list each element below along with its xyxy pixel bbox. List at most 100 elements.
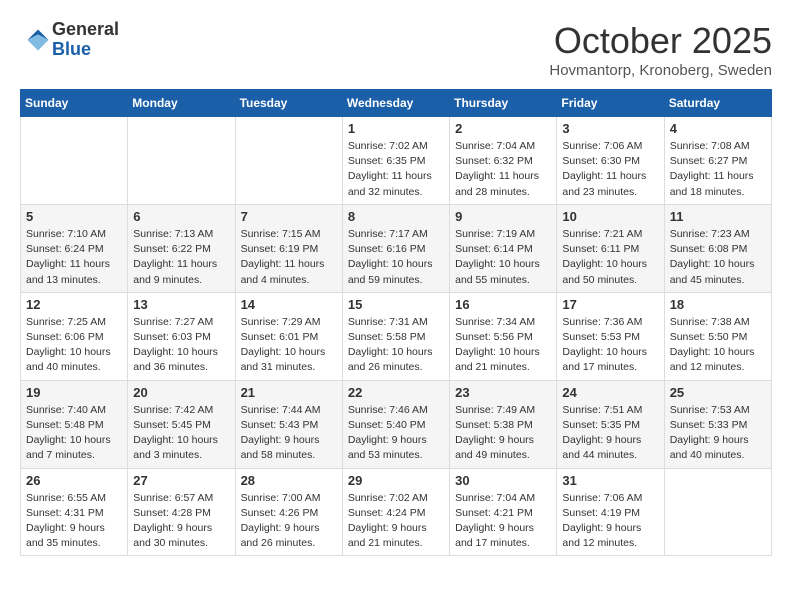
logo-icon <box>24 26 52 54</box>
day-info: Sunrise: 7:06 AMSunset: 6:30 PMDaylight:… <box>562 139 658 200</box>
month-title: October 2025 <box>549 20 772 62</box>
calendar-cell: 17 Sunrise: 7:36 AMSunset: 5:53 PMDayligh… <box>557 292 664 380</box>
day-info: Sunrise: 7:00 AMSunset: 4:26 PMDaylight:… <box>241 491 337 552</box>
calendar-cell: 4 Sunrise: 7:08 AMSunset: 6:27 PMDaylight… <box>664 117 771 205</box>
calendar-cell: 9 Sunrise: 7:19 AMSunset: 6:14 PMDaylight… <box>450 204 557 292</box>
day-number: 28 <box>241 473 337 488</box>
day-number: 6 <box>133 209 229 224</box>
day-number: 3 <box>562 121 658 136</box>
calendar-cell: 8 Sunrise: 7:17 AMSunset: 6:16 PMDaylight… <box>342 204 449 292</box>
calendar-cell: 29Sunrise: 7:02 AMSunset: 4:24 PMDayligh… <box>342 468 449 556</box>
day-info: Sunrise: 7:29 AMSunset: 6:01 PMDaylight:… <box>241 315 337 376</box>
day-info: Sunrise: 7:08 AMSunset: 6:27 PMDaylight:… <box>670 139 766 200</box>
day-number: 17 <box>562 297 658 312</box>
calendar-cell: 14 Sunrise: 7:29 AMSunset: 6:01 PMDayligh… <box>235 292 342 380</box>
calendar-cell: 3 Sunrise: 7:06 AMSunset: 6:30 PMDaylight… <box>557 117 664 205</box>
calendar-cell: 15Sunrise: 7:31 AMSunset: 5:58 PMDayligh… <box>342 292 449 380</box>
day-info: Sunrise: 7:51 AMSunset: 5:35 PMDaylight:… <box>562 403 658 464</box>
day-info: Sunrise: 7:40 AMSunset: 5:48 PMDaylight:… <box>26 403 122 464</box>
calendar-cell <box>235 117 342 205</box>
calendar-cell: 20 Sunrise: 7:42 AMSunset: 5:45 PMDayligh… <box>128 380 235 468</box>
calendar-cell: 5Sunrise: 7:10 AMSunset: 6:24 PMDaylight… <box>21 204 128 292</box>
day-number: 11 <box>670 209 766 224</box>
day-number: 15 <box>348 297 444 312</box>
calendar-cell <box>21 117 128 205</box>
calendar-cell: 21Sunrise: 7:44 AMSunset: 5:43 PMDayligh… <box>235 380 342 468</box>
day-number: 14 <box>241 297 337 312</box>
day-info: Sunrise: 7:10 AMSunset: 6:24 PMDaylight:… <box>26 227 122 288</box>
calendar-cell: 6 Sunrise: 7:13 AMSunset: 6:22 PMDaylight… <box>128 204 235 292</box>
day-number: 1 <box>348 121 444 136</box>
day-number: 16 <box>455 297 551 312</box>
calendar-cell: 10Sunrise: 7:21 AMSunset: 6:11 PMDayligh… <box>557 204 664 292</box>
calendar-cell: 7 Sunrise: 7:15 AMSunset: 6:19 PMDaylight… <box>235 204 342 292</box>
calendar-cell: 26 Sunrise: 6:55 AMSunset: 4:31 PMDayligh… <box>21 468 128 556</box>
day-number: 7 <box>241 209 337 224</box>
day-number: 23 <box>455 385 551 400</box>
title-block: October 2025 Hovmantorp, Kronoberg, Swed… <box>549 20 772 79</box>
day-info: Sunrise: 7:23 AMSunset: 6:08 PMDaylight:… <box>670 227 766 288</box>
weekday-header-saturday: Saturday <box>664 90 771 117</box>
weekday-header-thursday: Thursday <box>450 90 557 117</box>
day-info: Sunrise: 7:36 AMSunset: 5:53 PMDaylight:… <box>562 315 658 376</box>
day-number: 20 <box>133 385 229 400</box>
day-info: Sunrise: 7:49 AMSunset: 5:38 PMDaylight:… <box>455 403 551 464</box>
weekday-header-sunday: Sunday <box>21 90 128 117</box>
calendar-cell: 18 Sunrise: 7:38 AMSunset: 5:50 PMDayligh… <box>664 292 771 380</box>
calendar-cell: 25Sunrise: 7:53 AMSunset: 5:33 PMDayligh… <box>664 380 771 468</box>
location: Hovmantorp, Kronoberg, Sweden <box>549 62 772 79</box>
day-number: 4 <box>670 121 766 136</box>
week-row-3: 12 Sunrise: 7:25 AMSunset: 6:06 PMDayligh… <box>21 292 772 380</box>
day-info: Sunrise: 7:17 AMSunset: 6:16 PMDaylight:… <box>348 227 444 288</box>
day-info: Sunrise: 7:13 AMSunset: 6:22 PMDaylight:… <box>133 227 229 288</box>
day-info: Sunrise: 7:15 AMSunset: 6:19 PMDaylight:… <box>241 227 337 288</box>
day-info: Sunrise: 7:42 AMSunset: 5:45 PMDaylight:… <box>133 403 229 464</box>
calendar-cell: 16 Sunrise: 7:34 AMSunset: 5:56 PMDayligh… <box>450 292 557 380</box>
calendar-cell: 2 Sunrise: 7:04 AMSunset: 6:32 PMDaylight… <box>450 117 557 205</box>
day-info: Sunrise: 7:04 AMSunset: 6:32 PMDaylight:… <box>455 139 551 200</box>
day-info: Sunrise: 7:19 AMSunset: 6:14 PMDaylight:… <box>455 227 551 288</box>
day-number: 13 <box>133 297 229 312</box>
calendar-cell: 12 Sunrise: 7:25 AMSunset: 6:06 PMDayligh… <box>21 292 128 380</box>
calendar-cell: 11 Sunrise: 7:23 AMSunset: 6:08 PMDayligh… <box>664 204 771 292</box>
weekday-header-friday: Friday <box>557 90 664 117</box>
weekday-header-monday: Monday <box>128 90 235 117</box>
day-info: Sunrise: 7:38 AMSunset: 5:50 PMDaylight:… <box>670 315 766 376</box>
day-info: Sunrise: 7:44 AMSunset: 5:43 PMDaylight:… <box>241 403 337 464</box>
day-number: 18 <box>670 297 766 312</box>
day-info: Sunrise: 7:02 AMSunset: 4:24 PMDaylight:… <box>348 491 444 552</box>
day-number: 12 <box>26 297 122 312</box>
day-info: Sunrise: 7:34 AMSunset: 5:56 PMDaylight:… <box>455 315 551 376</box>
day-number: 9 <box>455 209 551 224</box>
day-number: 22 <box>348 385 444 400</box>
day-number: 30 <box>455 473 551 488</box>
week-row-5: 26 Sunrise: 6:55 AMSunset: 4:31 PMDayligh… <box>21 468 772 556</box>
day-number: 25 <box>670 385 766 400</box>
day-info: Sunrise: 7:04 AMSunset: 4:21 PMDaylight:… <box>455 491 551 552</box>
calendar-cell: 24 Sunrise: 7:51 AMSunset: 5:35 PMDayligh… <box>557 380 664 468</box>
day-number: 2 <box>455 121 551 136</box>
calendar-cell <box>128 117 235 205</box>
day-info: Sunrise: 7:25 AMSunset: 6:06 PMDaylight:… <box>26 315 122 376</box>
logo-general: General <box>52 20 119 40</box>
calendar-cell: 22Sunrise: 7:46 AMSunset: 5:40 PMDayligh… <box>342 380 449 468</box>
day-info: Sunrise: 7:02 AMSunset: 6:35 PMDaylight:… <box>348 139 444 200</box>
day-number: 26 <box>26 473 122 488</box>
day-info: Sunrise: 6:55 AMSunset: 4:31 PMDaylight:… <box>26 491 122 552</box>
logo-text: General Blue <box>52 20 119 60</box>
weekday-header-wednesday: Wednesday <box>342 90 449 117</box>
calendar-table: SundayMondayTuesdayWednesdayThursdayFrid… <box>20 89 772 556</box>
calendar-cell: 30 Sunrise: 7:04 AMSunset: 4:21 PMDayligh… <box>450 468 557 556</box>
day-number: 19 <box>26 385 122 400</box>
calendar-cell: 31Sunrise: 7:06 AMSunset: 4:19 PMDayligh… <box>557 468 664 556</box>
day-info: Sunrise: 7:27 AMSunset: 6:03 PMDaylight:… <box>133 315 229 376</box>
day-number: 24 <box>562 385 658 400</box>
page-header: General Blue October 2025 Hovmantorp, Kr… <box>20 20 772 79</box>
week-row-1: 1 Sunrise: 7:02 AMSunset: 6:35 PMDaylight… <box>21 117 772 205</box>
calendar-cell: 13 Sunrise: 7:27 AMSunset: 6:03 PMDayligh… <box>128 292 235 380</box>
day-number: 27 <box>133 473 229 488</box>
day-number: 8 <box>348 209 444 224</box>
day-number: 31 <box>562 473 658 488</box>
weekday-header-tuesday: Tuesday <box>235 90 342 117</box>
calendar-cell: 19 Sunrise: 7:40 AMSunset: 5:48 PMDayligh… <box>21 380 128 468</box>
